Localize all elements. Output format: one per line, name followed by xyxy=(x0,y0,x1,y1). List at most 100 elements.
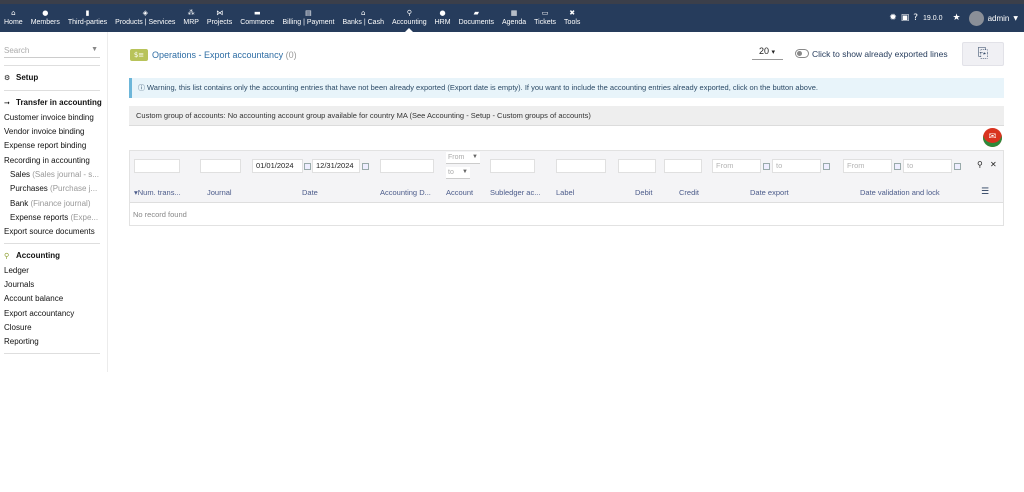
sidebar-item-purchases[interactable]: Purchases (Purchase j... xyxy=(10,184,97,193)
menu-label: HRM xyxy=(434,19,451,26)
page-size-select[interactable]: 20 ▾ xyxy=(752,46,783,60)
left-sidebar: Search ▼ ⚙ Setup ➞ Transfer in accounting … xyxy=(0,32,108,372)
column-selector-icon[interactable]: ☰ xyxy=(981,187,989,197)
calendar-icon[interactable] xyxy=(763,163,770,170)
filter-journal[interactable] xyxy=(200,159,241,173)
calendar-icon[interactable] xyxy=(362,163,369,170)
print-icon[interactable]: ▣ xyxy=(901,13,910,23)
menu-item-tools[interactable]: ✖ Tools xyxy=(560,4,584,32)
search-dollar-icon: ⚲ xyxy=(4,252,10,260)
sidebar-item-account-balance[interactable]: Account balance xyxy=(4,294,63,303)
column-credit[interactable]: Credit xyxy=(679,188,699,197)
sidebar-item-export-source[interactable]: Export source documents xyxy=(4,227,95,236)
show-exported-toggle[interactable] xyxy=(795,49,809,58)
chevron-down-icon[interactable]: ▼ xyxy=(91,46,98,53)
search-input[interactable]: Search ▼ xyxy=(4,46,100,58)
sidebar-item-customer-binding[interactable]: Customer invoice binding xyxy=(4,113,94,122)
avatar[interactable] xyxy=(968,10,984,26)
column-date-export[interactable]: Date export xyxy=(750,188,789,197)
show-exported-label[interactable]: Click to show already exported lines xyxy=(812,49,948,59)
menu-item-mrp[interactable]: ⁂ MRP xyxy=(179,4,203,32)
filter-accounting-doc[interactable] xyxy=(380,159,434,173)
mail-export-icon[interactable]: ✉ xyxy=(983,128,1002,147)
column-date-validation[interactable]: Date validation and lock xyxy=(860,188,940,197)
sidebar-item-accounting[interactable]: ⚲ Accounting xyxy=(4,251,60,260)
filter-date-from[interactable]: 01/01/2024 xyxy=(252,159,303,173)
menu-item-documents[interactable]: ▰ Documents xyxy=(455,4,498,32)
menu-item-members[interactable]: ● Members xyxy=(27,4,64,32)
filter-subledger[interactable] xyxy=(490,159,535,173)
bug-icon[interactable]: ✹ xyxy=(889,13,897,23)
filter-account-to[interactable]: to ▼ xyxy=(446,167,470,179)
home-icon: ⌂ xyxy=(11,9,16,17)
calendar-icon[interactable] xyxy=(823,163,830,170)
menu-item-projects[interactable]: ⋈ Projects xyxy=(203,4,236,32)
menu-item-banks-cash[interactable]: ⌂ Banks | Cash xyxy=(338,4,388,32)
menu-label: Projects xyxy=(206,19,233,26)
table-header: Num. trans... Journal Date Accounting D.… xyxy=(130,181,1003,203)
filter-export-from[interactable]: From xyxy=(712,159,761,173)
gears-icon: ⚙ xyxy=(4,74,11,82)
search-icon[interactable]: ⚲ xyxy=(977,160,983,169)
star-icon[interactable]: ★ xyxy=(953,13,961,23)
menu-item-tickets[interactable]: ▭ Tickets xyxy=(530,4,560,32)
sidebar-item-sales[interactable]: Sales (Sales journal - s... xyxy=(10,170,99,179)
column-label[interactable]: Label xyxy=(556,188,574,197)
menu-item-accounting[interactable]: ⚲ Accounting xyxy=(388,4,431,32)
filter-debit[interactable] xyxy=(618,159,656,173)
help-icon[interactable]: ? xyxy=(913,13,918,23)
sidebar-item-closure[interactable]: Closure xyxy=(4,323,32,332)
filter-validation-to[interactable]: to xyxy=(903,159,952,173)
menu-label: Tools xyxy=(564,19,581,26)
calendar-icon[interactable] xyxy=(304,163,311,170)
close-icon[interactable]: ✕ xyxy=(990,160,997,169)
file-export-icon: ⎘ xyxy=(977,46,989,61)
sidebar-item-journals[interactable]: Journals xyxy=(4,280,34,289)
members-icon: ● xyxy=(42,9,49,17)
filter-export-to[interactable]: to xyxy=(772,159,821,173)
menu-item-commerce[interactable]: ▬ Commerce xyxy=(236,4,278,32)
export-button[interactable]: ⎘ xyxy=(962,42,1004,66)
username[interactable]: admin xyxy=(988,14,1010,23)
menu-item-third-parties[interactable]: ▮ Third-parties xyxy=(64,4,111,32)
briefcase-icon: ▬ xyxy=(254,9,261,17)
filter-label[interactable] xyxy=(556,159,606,173)
sidebar-item-ledger[interactable]: Ledger xyxy=(4,266,29,275)
column-date[interactable]: Date xyxy=(302,188,318,197)
menu-item-hrm[interactable]: ● HRM xyxy=(431,4,455,32)
custom-group-info: Custom group of accounts: No accounting … xyxy=(129,106,1004,126)
chevron-down-icon[interactable]: ▼ xyxy=(1013,15,1018,22)
arrow-right-icon: ➞ xyxy=(4,99,10,107)
filter-account-from[interactable]: From ▼ xyxy=(446,152,480,164)
column-accounting-doc[interactable]: Accounting D... xyxy=(380,188,431,197)
sidebar-item-reporting[interactable]: Reporting xyxy=(4,337,39,346)
column-account[interactable]: Account xyxy=(446,188,473,197)
menu-item-home[interactable]: ⌂ Home xyxy=(0,4,27,32)
column-num-transaction[interactable]: Num. trans... xyxy=(134,188,181,197)
menu-label: Accounting xyxy=(391,19,427,26)
calendar-icon[interactable] xyxy=(954,163,961,170)
column-journal[interactable]: Journal xyxy=(207,188,232,197)
menu-item-products-services[interactable]: ◈ Products | Services xyxy=(111,4,179,32)
menu-item-billing-payment[interactable]: ▤ Billing | Payment xyxy=(278,4,338,32)
filter-date-to[interactable]: 12/31/2024 xyxy=(312,159,360,173)
sidebar-item-recording[interactable]: Recording in accounting xyxy=(4,156,90,165)
sidebar-item-expense-binding[interactable]: Expense report binding xyxy=(4,141,86,150)
filter-num-transaction[interactable] xyxy=(134,159,180,173)
menu-label: Banks | Cash xyxy=(342,19,384,26)
menu-item-agenda[interactable]: ▦ Agenda xyxy=(498,4,530,32)
info-circle-icon: ⓘ xyxy=(138,84,145,92)
filter-validation-from[interactable]: From xyxy=(843,159,892,173)
column-subledger[interactable]: Subledger ac... xyxy=(490,188,540,197)
sidebar-item-transfer[interactable]: ➞ Transfer in accounting xyxy=(4,98,102,107)
warning-banner: ⓘ Warning, this list contains only the ac… xyxy=(129,78,1004,98)
sidebar-item-vendor-binding[interactable]: Vendor invoice binding xyxy=(4,127,85,136)
tools-icon: ✖ xyxy=(569,9,576,17)
sidebar-item-export-accountancy[interactable]: Export accountancy xyxy=(4,309,74,318)
sidebar-item-setup[interactable]: ⚙ Setup xyxy=(4,73,38,82)
calendar-icon[interactable] xyxy=(894,163,901,170)
sidebar-item-bank[interactable]: Bank (Finance journal) xyxy=(10,199,91,208)
column-debit[interactable]: Debit xyxy=(635,188,653,197)
filter-credit[interactable] xyxy=(664,159,702,173)
sidebar-item-expense-reports[interactable]: Expense reports (Expe... xyxy=(10,213,98,222)
